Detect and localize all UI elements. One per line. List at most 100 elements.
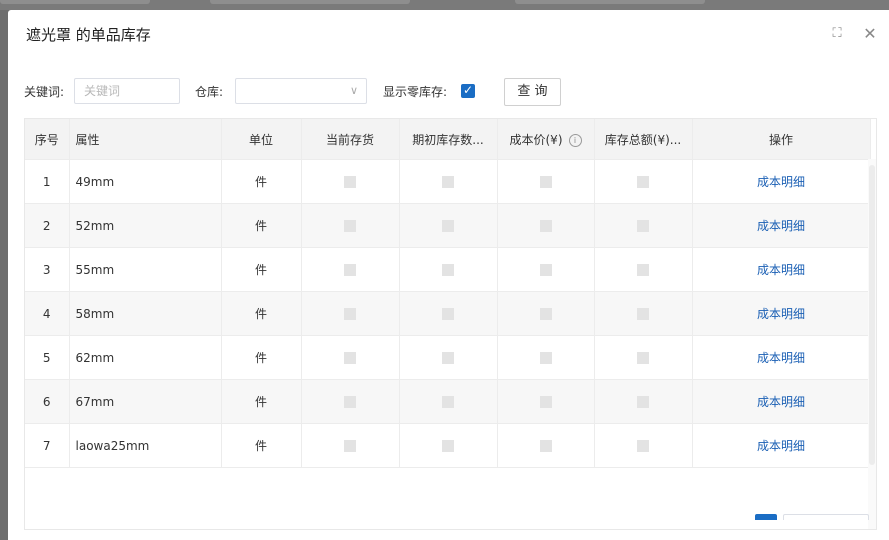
row-cost-price <box>497 159 595 204</box>
row-initial-stock <box>399 159 498 204</box>
background-element <box>515 0 705 4</box>
expand-icon[interactable]: ⛶ <box>828 25 846 43</box>
redacted-value <box>539 440 552 452</box>
redacted-value <box>344 440 356 452</box>
column-header-cost-price-label: 成本价(¥) <box>509 132 563 147</box>
row-attribute: 49mm <box>69 159 222 204</box>
info-icon[interactable]: i <box>568 133 582 147</box>
row-attribute: 67mm <box>69 379 222 424</box>
redacted-value <box>344 396 356 408</box>
row-action: 成本明细 <box>692 423 871 468</box>
scrollbar-thumb[interactable] <box>869 165 875 465</box>
redacted-value <box>539 176 552 188</box>
row-action: 成本明细 <box>692 335 871 380</box>
row-initial-stock <box>399 423 498 468</box>
table-row: 5 62mm 件 成本明细 <box>25 335 871 380</box>
row-current-stock <box>301 247 400 292</box>
pagination-current-page[interactable] <box>755 514 777 520</box>
redacted-value <box>539 308 552 320</box>
row-index: 7 <box>25 423 70 468</box>
column-header-unit: 单位 <box>221 119 302 160</box>
row-cost-price <box>497 423 595 468</box>
redacted-value <box>539 220 552 232</box>
keyword-label: 关键词: <box>24 85 65 99</box>
redacted-value <box>539 264 552 276</box>
cost-detail-link[interactable]: 成本明细 <box>757 263 805 277</box>
row-index: 3 <box>25 247 70 292</box>
column-header-current-stock: 当前存货 <box>301 119 400 160</box>
redacted-value <box>442 352 454 364</box>
column-header-stock-total[interactable]: 库存总额(¥)... <box>594 119 693 160</box>
row-index: 6 <box>25 379 70 424</box>
redacted-value <box>442 396 454 408</box>
redacted-value <box>539 352 552 364</box>
redacted-value <box>637 308 649 320</box>
redacted-value <box>637 396 649 408</box>
row-current-stock <box>301 423 400 468</box>
row-action: 成本明细 <box>692 379 871 424</box>
keyword-input[interactable] <box>74 78 180 104</box>
cost-detail-link[interactable]: 成本明细 <box>757 351 805 365</box>
row-cost-price <box>497 247 595 292</box>
row-current-stock <box>301 291 400 336</box>
filter-bar: 关键词: 仓库: ∨ 显示零库存: ✓ 查 询 <box>8 78 889 106</box>
warehouse-select[interactable]: ∨ <box>235 78 367 104</box>
row-attribute: laowa25mm <box>69 423 222 468</box>
row-initial-stock <box>399 379 498 424</box>
row-cost-price <box>497 379 595 424</box>
row-stock-total <box>594 379 693 424</box>
cost-detail-link[interactable]: 成本明细 <box>757 439 805 453</box>
row-attribute: 55mm <box>69 247 222 292</box>
row-current-stock <box>301 335 400 380</box>
table-row: 7 laowa25mm 件 成本明细 <box>25 423 871 468</box>
row-unit: 件 <box>221 159 302 204</box>
column-header-index: 序号 <box>25 119 70 160</box>
background-app <box>0 0 889 10</box>
table-row: 1 49mm 件 成本明细 <box>25 159 871 204</box>
redacted-value <box>344 264 356 276</box>
row-unit: 件 <box>221 423 302 468</box>
table-row: 3 55mm 件 成本明细 <box>25 247 871 292</box>
table-header-row: 序号 属性 单位 当前存货 期初库存数... 成本价(¥) i 库存总额(¥)..… <box>25 119 871 160</box>
pagination-page-size-select[interactable] <box>783 514 869 520</box>
row-stock-total <box>594 159 693 204</box>
row-initial-stock <box>399 291 498 336</box>
cost-detail-link[interactable]: 成本明细 <box>757 219 805 233</box>
row-stock-total <box>594 247 693 292</box>
row-unit: 件 <box>221 335 302 380</box>
row-attribute: 58mm <box>69 291 222 336</box>
cost-detail-link[interactable]: 成本明细 <box>757 175 805 189</box>
close-icon[interactable]: ✕ <box>861 25 879 43</box>
zero-stock-label: 显示零库存: <box>383 85 448 99</box>
row-stock-total <box>594 335 693 380</box>
redacted-value <box>442 308 454 320</box>
redacted-value <box>637 220 649 232</box>
background-element <box>210 0 410 4</box>
row-index: 4 <box>25 291 70 336</box>
table-scrollbar[interactable] <box>868 159 876 529</box>
row-current-stock <box>301 379 400 424</box>
redacted-value <box>442 176 454 188</box>
redacted-value <box>637 176 649 188</box>
row-stock-total <box>594 203 693 248</box>
column-header-initial-stock[interactable]: 期初库存数... <box>399 119 498 160</box>
row-index: 2 <box>25 203 70 248</box>
check-icon: ✓ <box>463 83 474 97</box>
redacted-value <box>344 352 356 364</box>
cost-detail-link[interactable]: 成本明细 <box>757 307 805 321</box>
row-unit: 件 <box>221 247 302 292</box>
redacted-value <box>344 176 356 188</box>
redacted-value <box>442 264 454 276</box>
table-row: 4 58mm 件 成本明细 <box>25 291 871 336</box>
row-unit: 件 <box>221 379 302 424</box>
cost-detail-link[interactable]: 成本明细 <box>757 395 805 409</box>
dialog-header: 遮光罩 的单品库存 ⛶ ✕ <box>8 10 889 60</box>
warehouse-label: 仓库: <box>195 85 224 99</box>
row-unit: 件 <box>221 203 302 248</box>
redacted-value <box>442 440 454 452</box>
row-action: 成本明细 <box>692 291 871 336</box>
zero-stock-checkbox[interactable]: ✓ <box>461 83 475 98</box>
query-button[interactable]: 查 询 <box>504 78 561 106</box>
row-attribute: 62mm <box>69 335 222 380</box>
table-row: 6 67mm 件 成本明细 <box>25 379 871 424</box>
